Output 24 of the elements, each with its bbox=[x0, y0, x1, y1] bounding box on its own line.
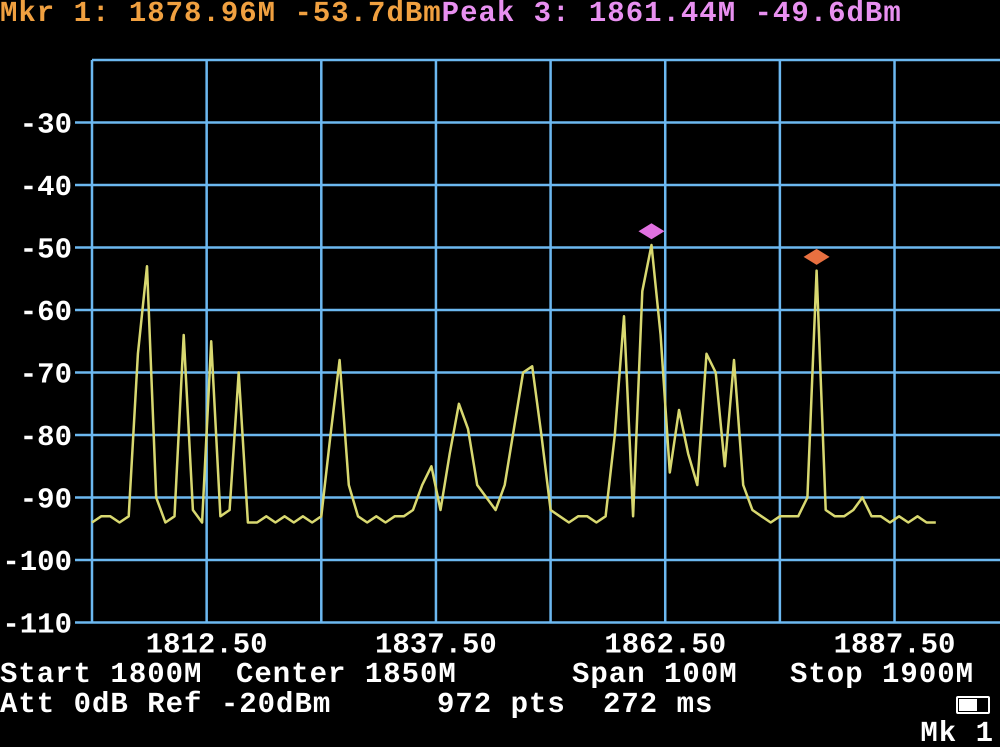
x-axis-label: 1812.50 bbox=[146, 628, 268, 660]
marker-label: Mk 1 bbox=[920, 720, 994, 747]
y-axis-label: -100 bbox=[2, 546, 72, 579]
y-axis-label: -40 bbox=[20, 171, 72, 204]
start-frequency: Start 1800M bbox=[0, 660, 204, 690]
sweep-time: 272 ms bbox=[603, 690, 714, 720]
span-value: Span 100M bbox=[572, 660, 739, 690]
y-axis-label: -80 bbox=[20, 421, 72, 454]
y-axis-label: -70 bbox=[20, 358, 72, 392]
y-axis-label: -30 bbox=[20, 108, 72, 142]
stop-frequency: Stop 1900M bbox=[790, 660, 974, 690]
sweep-points: 972 pts bbox=[437, 690, 567, 720]
x-axis-label: 1887.50 bbox=[834, 628, 956, 660]
y-axis-label: -90 bbox=[20, 484, 72, 516]
x-axis-label: 1862.50 bbox=[604, 628, 726, 660]
peak-readout: Peak 3: 1861.44M -49.6dBm bbox=[442, 0, 902, 30]
center-frequency: Center 1850M bbox=[236, 660, 458, 690]
battery-icon bbox=[956, 696, 990, 714]
attenuation-reference: Att 0dB Ref -20dBm bbox=[0, 690, 332, 720]
y-axis-label: -60 bbox=[20, 296, 72, 329]
y-axis-label: -110 bbox=[2, 608, 72, 642]
marker-readout: Mkr 1: 1878.96M -53.7dBm bbox=[0, 0, 442, 30]
y-axis-label: -50 bbox=[20, 234, 72, 266]
x-axis-label: 1837.50 bbox=[375, 628, 497, 660]
